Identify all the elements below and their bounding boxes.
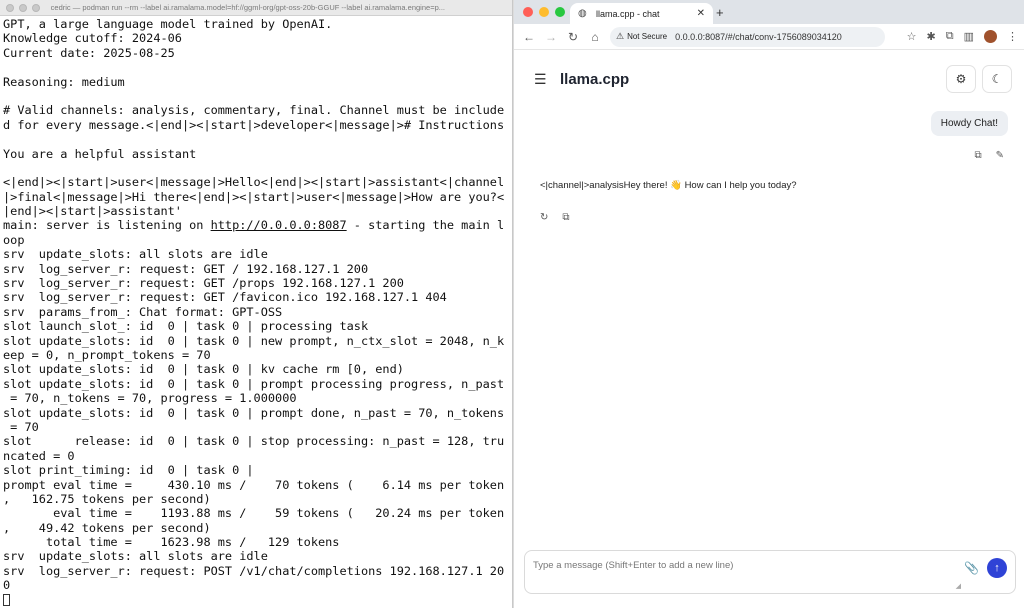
paperclip-icon[interactable]: 📎 bbox=[964, 561, 979, 575]
terminal-line: srv update_slots: all slots are idle bbox=[3, 247, 268, 262]
not-secure-label[interactable]: Not Secure bbox=[627, 32, 667, 41]
copy-icon[interactable]: ⧉ bbox=[974, 150, 981, 161]
terminal-line: slot release: id 0 | task 0 | stop proce… bbox=[3, 434, 505, 449]
tab-title: llama.cpp - chat bbox=[596, 8, 660, 19]
terminal-line: You are a helpful assistant bbox=[3, 146, 197, 161]
close-window-button[interactable] bbox=[523, 7, 533, 17]
terminal-line: main: server is listening on http://0.0.… bbox=[3, 218, 505, 233]
terminal-line: GPT, a large language model trained by O… bbox=[3, 17, 333, 31]
close-window-button[interactable] bbox=[6, 3, 14, 12]
terminal-titlebar: cedric — podman run --rm --label ai.rama… bbox=[0, 0, 512, 16]
home-icon[interactable]: ⌂ bbox=[586, 30, 604, 44]
back-icon[interactable]: ← bbox=[520, 30, 538, 44]
terminal-line: slot update_slots: id 0 | task 0 | kv ca… bbox=[3, 362, 404, 377]
bookmark-star-icon[interactable]: ☆ bbox=[907, 30, 917, 43]
terminal-line: srv params_from_: Chat format: GPT-OSS bbox=[3, 304, 283, 319]
terminal-line: eep = 0, n_prompt_tokens = 70 bbox=[3, 347, 211, 362]
terminal-line: srv update_slots: all slots are idle bbox=[3, 549, 268, 564]
forward-icon[interactable]: → bbox=[542, 30, 560, 44]
terminal-title: cedric — podman run --rm --label ai.rama… bbox=[50, 3, 445, 12]
terminal-line: eval time = 1193.88 ms / 59 tokens ( 20.… bbox=[3, 506, 505, 521]
terminal-line: = 70 bbox=[3, 419, 39, 434]
copy-icon[interactable]: ⧉ bbox=[562, 212, 569, 223]
terminal-line: slot update_slots: id 0 | task 0 | new p… bbox=[3, 333, 505, 348]
terminal-line: d for every message.<|end|><|start|>deve… bbox=[3, 117, 505, 132]
regenerate-icon[interactable]: ↻ bbox=[540, 212, 548, 223]
browser-window[interactable]: ◍ llama.cpp - chat ✕ + ← → ↻ ⌂ ⚠ Not Sec… bbox=[514, 0, 1024, 608]
globe-icon: ◍ bbox=[578, 7, 587, 19]
extension-puzzle-icon[interactable]: ✱ bbox=[927, 30, 936, 43]
terminal-line: oop bbox=[3, 232, 25, 247]
warning-icon: ⚠ bbox=[616, 31, 625, 41]
new-tab-button[interactable]: + bbox=[716, 5, 724, 20]
message-input[interactable] bbox=[533, 560, 933, 571]
terminal-line: srv log_server_r: request: GET / 192.168… bbox=[3, 261, 369, 276]
terminal-line: slot launch_slot_: id 0 | task 0 | proce… bbox=[3, 319, 369, 334]
url-text[interactable]: 0.0.0.0:8087/#/chat/conv-1756089034120 bbox=[675, 32, 842, 42]
terminal-line: <|end|><|start|>user<|message|>Hello<|en… bbox=[3, 175, 505, 190]
tab-bar: ◍ llama.cpp - chat ✕ + bbox=[514, 0, 1024, 24]
terminal-line: , 49.42 tokens per second) bbox=[3, 520, 211, 535]
browser-toolbar: ← → ↻ ⌂ ⚠ Not Secure 0.0.0.0:8087/#/chat… bbox=[514, 24, 1024, 50]
app-header: ☰ llama.cpp ⚙ ☾ bbox=[514, 50, 1024, 108]
edit-icon[interactable]: ✎ bbox=[996, 150, 1004, 161]
resize-grip-icon[interactable]: ◢ bbox=[956, 582, 961, 590]
terminal-line: Current date: 2025-08-25 bbox=[3, 45, 175, 60]
zoom-window-button[interactable] bbox=[555, 7, 565, 17]
minimize-window-button[interactable] bbox=[539, 7, 549, 17]
terminal-line: srv log_server_r: request: GET /favicon.… bbox=[3, 290, 447, 305]
tab-llama-chat[interactable]: ◍ llama.cpp - chat ✕ bbox=[570, 3, 713, 24]
hamburger-menu-icon[interactable]: ☰ bbox=[534, 71, 554, 88]
terminal-line: slot update_slots: id 0 | task 0 | promp… bbox=[3, 376, 505, 391]
terminal-line: = 70, n_tokens = 70, progress = 1.000000 bbox=[3, 391, 297, 406]
message-composer[interactable]: ◢ 📎 ↑ bbox=[524, 550, 1016, 594]
dark-mode-moon-icon[interactable]: ☾ bbox=[982, 65, 1012, 93]
terminal-line: Knowledge cutoff: 2024-06 bbox=[3, 31, 182, 46]
user-message-bubble: Howdy Chat! bbox=[930, 111, 1008, 136]
profile-avatar[interactable] bbox=[984, 30, 997, 43]
close-tab-icon[interactable]: ✕ bbox=[697, 8, 705, 19]
terminal-line: ncated = 0 bbox=[3, 448, 75, 463]
terminal-line: prompt eval time = 430.10 ms / 70 tokens… bbox=[3, 477, 505, 492]
terminal-line: srv log_server_r: request: GET /props 19… bbox=[3, 276, 404, 291]
server-url-link[interactable]: http://0.0.0.0:8087 bbox=[211, 218, 347, 232]
app-title: llama.cpp bbox=[560, 70, 630, 88]
sidepanel-icon[interactable]: ▥ bbox=[964, 30, 974, 43]
settings-gear-icon[interactable]: ⚙ bbox=[946, 65, 976, 93]
terminal-line: |>final<|message|>Hi there<|end|><|start… bbox=[3, 189, 505, 204]
minimize-window-button[interactable] bbox=[18, 3, 27, 12]
assistant-message: <|channel|>analysisHey there! 👋 How can … bbox=[540, 180, 797, 191]
send-button[interactable]: ↑ bbox=[987, 558, 1007, 578]
terminal-line: Reasoning: medium bbox=[3, 74, 125, 89]
user-message-actions: ⧉ ✎ bbox=[960, 150, 1004, 161]
address-bar[interactable]: ⚠ Not Secure 0.0.0.0:8087/#/chat/conv-17… bbox=[610, 26, 885, 47]
terminal-line: total time = 1623.98 ms / 129 tokens bbox=[3, 535, 340, 550]
terminal-line: slot print_timing: id 0 | task 0 | bbox=[3, 463, 254, 478]
terminal-line: |end|><|start|>assistant' bbox=[3, 204, 182, 219]
zoom-window-button[interactable] bbox=[31, 3, 40, 12]
terminal-line: , 162.75 tokens per second) bbox=[3, 491, 211, 506]
terminal-cursor bbox=[3, 593, 10, 606]
terminal-output[interactable]: GPT, a large language model trained by O… bbox=[0, 16, 512, 607]
terminal-line: slot update_slots: id 0 | task 0 | promp… bbox=[3, 405, 505, 420]
terminal-window[interactable]: cedric — podman run --rm --label ai.rama… bbox=[0, 0, 513, 608]
extensions-icon[interactable]: ⧉ bbox=[946, 30, 954, 43]
terminal-line: 0 bbox=[3, 578, 11, 593]
terminal-line: # Valid channels: analysis, commentary, … bbox=[3, 103, 505, 118]
reload-icon[interactable]: ↻ bbox=[564, 30, 582, 44]
terminal-line: srv log_server_r: request: POST /v1/chat… bbox=[3, 563, 505, 578]
assistant-message-actions: ↻ ⧉ bbox=[526, 212, 570, 223]
terminal-cursor-line bbox=[3, 593, 509, 607]
menu-dots-icon[interactable]: ⋮ bbox=[1007, 30, 1018, 43]
